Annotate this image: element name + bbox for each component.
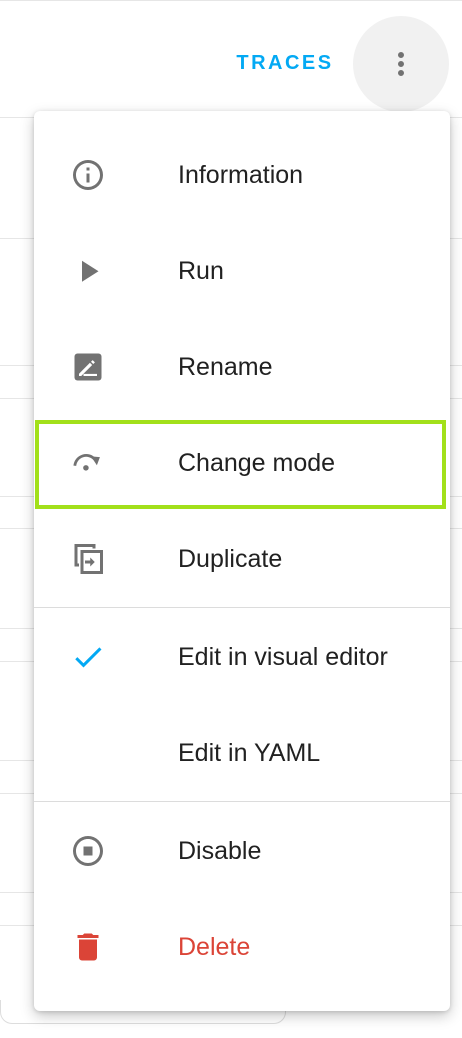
check-icon: [70, 639, 106, 675]
menu-item-duplicate[interactable]: Duplicate: [34, 511, 450, 607]
menu-item-label: Information: [178, 161, 304, 189]
menu-item-label: Edit in YAML: [178, 739, 321, 767]
traces-button[interactable]: TRACES: [226, 43, 344, 83]
overflow-menu: Information Run Rename Change mode Dupli…: [34, 111, 450, 1011]
menu-item-change-mode[interactable]: Change mode: [34, 415, 450, 511]
menu-item-edit-visual[interactable]: Edit in visual editor: [34, 609, 450, 705]
menu-divider: [34, 801, 450, 802]
delete-icon: [70, 929, 106, 965]
menu-item-label: Run: [178, 257, 224, 285]
menu-item-disable[interactable]: Disable: [34, 803, 450, 899]
menu-item-run[interactable]: Run: [34, 223, 450, 319]
menu-item-label: Duplicate: [178, 545, 283, 573]
dots-vertical-icon: [398, 52, 404, 76]
overflow-menu-button[interactable]: [353, 16, 449, 112]
menu-item-label: Edit in visual editor: [178, 643, 388, 671]
rename-box-icon: [70, 349, 106, 385]
menu-item-delete[interactable]: Delete: [34, 899, 450, 995]
content-duplicate-icon: [70, 541, 106, 577]
menu-item-label: Rename: [178, 353, 273, 381]
menu-item-edit-yaml[interactable]: Edit in YAML: [34, 705, 450, 801]
play-icon: [70, 253, 106, 289]
information-outline-icon: [70, 157, 106, 193]
menu-item-label: Change mode: [178, 449, 336, 477]
menu-item-information[interactable]: Information: [34, 127, 450, 223]
menu-item-label: Disable: [178, 837, 262, 865]
debug-step-over-icon: [70, 445, 106, 481]
menu-divider: [34, 607, 450, 608]
menu-item-rename[interactable]: Rename: [34, 319, 450, 415]
menu-item-label: Delete: [178, 933, 251, 961]
editor-toolbar: TRACES: [0, 0, 462, 118]
stop-circle-outline-icon: [70, 833, 106, 869]
